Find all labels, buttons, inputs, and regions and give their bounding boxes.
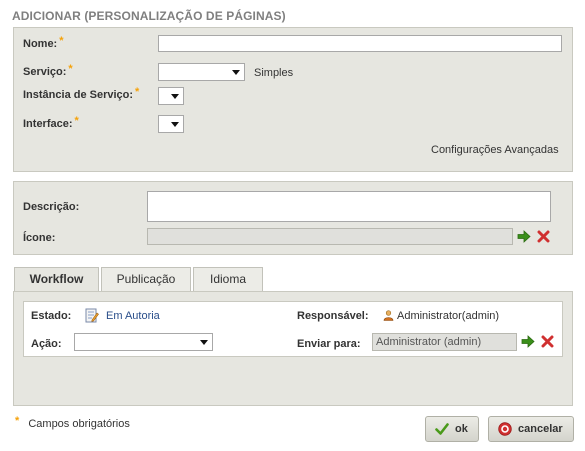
estado-label: Estado: — [31, 310, 72, 322]
tab-idioma[interactable]: Idioma — [193, 267, 263, 291]
servico-select[interactable] — [158, 63, 245, 81]
responsavel-value: Administrator(admin) — [397, 310, 500, 322]
tab-publicacao[interactable]: Publicação — [101, 267, 191, 291]
page-title: ADICIONAR (PERSONALIZAÇÃO DE PÁGINAS) — [12, 9, 286, 23]
icone-input — [147, 228, 513, 245]
responsavel-label: Responsável: — [297, 310, 369, 322]
cancel-button[interactable]: cancelar — [488, 416, 574, 442]
required-mark: * — [15, 415, 20, 427]
enviar-input: Administrator (admin) — [372, 333, 517, 351]
document-edit-icon — [85, 308, 99, 323]
servico-hint: Simples — [254, 67, 294, 79]
required-mark: * — [59, 35, 64, 47]
descricao-input[interactable] — [147, 191, 551, 222]
clear-icon[interactable] — [537, 230, 550, 243]
enviar-label: Enviar para: — [297, 338, 361, 350]
chevron-down-icon — [232, 70, 240, 75]
select-arrow-icon[interactable] — [521, 335, 535, 348]
enviar-value: Administrator (admin) — [376, 336, 482, 348]
icone-label: Ícone: — [23, 232, 56, 244]
ok-label: ok — [455, 423, 468, 435]
interface-select[interactable] — [158, 115, 184, 133]
descricao-label: Descrição: — [23, 201, 80, 213]
estado-value[interactable]: Em Autoria — [106, 310, 160, 322]
nome-input[interactable] — [158, 35, 562, 52]
servico-label: Serviço: * — [23, 63, 73, 78]
required-note-text: Campos obrigatórios — [28, 418, 130, 430]
clear-icon[interactable] — [541, 335, 554, 348]
user-icon — [383, 310, 394, 321]
checkmark-icon — [435, 423, 449, 435]
required-mark: * — [135, 86, 140, 98]
ok-button[interactable]: ok — [425, 416, 479, 442]
instancia-select[interactable] — [158, 87, 184, 105]
chevron-down-icon — [171, 94, 179, 99]
tab-workflow[interactable]: Workflow — [14, 267, 99, 292]
required-mark: * — [74, 115, 79, 127]
instancia-label: Instância de Serviço: * — [23, 86, 140, 101]
chevron-down-icon — [171, 122, 179, 127]
interface-label: Interface: * — [23, 115, 79, 130]
chevron-down-icon — [200, 340, 208, 345]
required-mark: * — [68, 63, 73, 75]
cancel-label: cancelar — [518, 423, 563, 435]
select-arrow-icon[interactable] — [517, 230, 531, 243]
nome-label: Nome: * — [23, 35, 64, 50]
cancel-icon — [498, 422, 512, 436]
acao-label: Ação: — [31, 338, 62, 350]
acao-select[interactable] — [74, 333, 213, 351]
advanced-settings-link[interactable]: Configurações Avançadas — [431, 144, 559, 156]
required-note: * Campos obrigatórios — [15, 415, 130, 430]
